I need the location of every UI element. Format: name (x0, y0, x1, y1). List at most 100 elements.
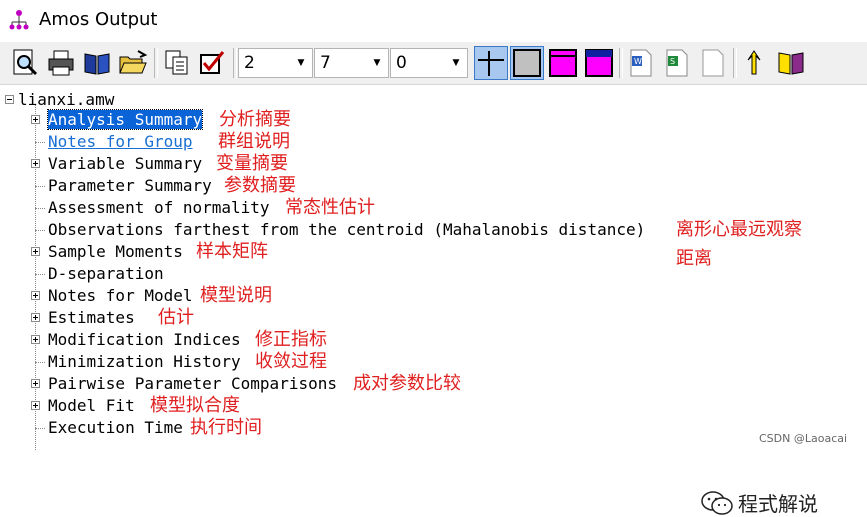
excel-export-button[interactable]: S (660, 46, 694, 80)
tree-item[interactable]: Model Fit 模型拟合度 (0, 395, 867, 417)
print-icon (48, 50, 74, 76)
tree-item[interactable]: Analysis Summary 分析摘要 (0, 109, 867, 131)
annotation: 成对参数比较 (353, 373, 461, 394)
magenta-box-icon (549, 49, 577, 77)
toolbar-separator (619, 48, 623, 78)
word-doc-icon: W (630, 49, 652, 77)
open-button[interactable] (116, 46, 150, 80)
expand-icon[interactable] (31, 115, 40, 124)
reference-book-button[interactable] (774, 46, 808, 80)
blank-doc-icon (702, 49, 724, 77)
tree-item[interactable]: Variable Summary 变量摘要 (0, 153, 867, 175)
magenta-blue-box-icon (585, 49, 613, 77)
book-icon (84, 53, 110, 75)
book-button[interactable] (80, 46, 114, 80)
output-tree: lianxi.amw Analysis Summary 分析摘要 Notes for… (0, 85, 867, 516)
width-combo[interactable]: 7 ▼ (314, 48, 389, 78)
pointer-icon (747, 50, 761, 75)
tree-item[interactable]: D-separation (0, 263, 867, 285)
annotation: 执行时间 (190, 417, 262, 438)
title-bar: Amos Output (0, 0, 867, 42)
tree-connector (35, 428, 45, 429)
tree-item-label[interactable]: Notes for Group (48, 132, 193, 151)
offset-combo[interactable]: 0 ▼ (390, 48, 468, 78)
tree-connector (35, 186, 45, 187)
blank-doc-button[interactable] (696, 46, 730, 80)
expand-icon[interactable] (31, 159, 40, 168)
tree-connector (35, 208, 45, 209)
tree-item-label[interactable]: Model Fit (48, 396, 135, 415)
word-export-button[interactable]: W (624, 46, 658, 80)
tree-item[interactable]: Notes for Group 群组说明 (0, 131, 867, 153)
table-lines-button[interactable] (474, 46, 508, 80)
tree-item-label[interactable]: Execution Time (48, 418, 183, 437)
offset-combo-value: 0 (396, 53, 407, 73)
tree-item[interactable]: Execution Time 执行时间 (0, 417, 867, 439)
tree-item-label[interactable]: Analysis Summary (46, 109, 204, 130)
checkbox-icon (200, 51, 225, 74)
tree-connector (35, 274, 45, 275)
print-preview-icon (13, 49, 38, 76)
tree-item[interactable]: Modification Indices 修正指标 (0, 329, 867, 351)
width-combo-value: 7 (320, 53, 331, 73)
copy-button[interactable] (160, 46, 194, 80)
tree-item-label[interactable]: D-separation (48, 264, 164, 283)
tree-item[interactable]: Parameter Summary 参数摘要 (0, 175, 867, 197)
chevron-down-icon[interactable]: ▼ (369, 53, 385, 73)
collapse-icon[interactable] (5, 94, 14, 104)
chevron-down-icon[interactable]: ▼ (448, 53, 464, 73)
tree-root[interactable]: lianxi.amw (5, 89, 114, 109)
toolbar-separator (733, 48, 737, 78)
wechat-icon (701, 490, 733, 515)
check-button[interactable] (195, 46, 229, 80)
pointer-button[interactable] (738, 46, 772, 80)
annotation: 模型说明 (200, 285, 272, 306)
open-folder-icon (119, 50, 148, 74)
tree-item-label[interactable]: Variable Summary (48, 154, 202, 173)
expand-icon[interactable] (31, 335, 40, 344)
toolbar: 2 ▼ 7 ▼ 0 ▼ W S (0, 42, 867, 85)
gray-box-button[interactable] (510, 46, 544, 80)
reference-book-icon (778, 52, 804, 75)
annotation: 离形心最远观察 (676, 219, 802, 240)
tree-item-label[interactable]: Modification Indices (48, 330, 241, 349)
copy-icon (165, 50, 188, 75)
annotation: 常态性估计 (285, 197, 375, 218)
magenta-blue-box-button[interactable] (582, 46, 616, 80)
tree-item-label[interactable]: Estimates (48, 308, 135, 327)
tree-connector (35, 230, 45, 231)
svg-text:S: S (670, 57, 675, 66)
tree-item-label[interactable]: Assessment of normality (48, 198, 270, 217)
print-button[interactable] (44, 46, 78, 80)
watermark: 程式解说 (700, 488, 818, 517)
print-preview-button[interactable] (8, 46, 42, 80)
expand-icon[interactable] (31, 379, 40, 388)
expand-icon[interactable] (31, 247, 40, 256)
expand-icon[interactable] (31, 291, 40, 300)
window-title: Amos Output (39, 9, 158, 30)
tree-item[interactable]: Observations farthest from the centroid … (0, 219, 867, 241)
tree-item-label[interactable]: Parameter Summary (48, 176, 212, 195)
expand-icon[interactable] (31, 313, 40, 322)
tree-connector (35, 142, 45, 143)
toolbar-separator (233, 48, 237, 78)
tree-item-label[interactable]: Sample Moments (48, 242, 183, 261)
tree-item-label[interactable]: Minimization History (48, 352, 241, 371)
decimals-combo[interactable]: 2 ▼ (238, 48, 313, 78)
tree-item[interactable]: Estimates 估计 (0, 307, 867, 329)
tree-connector (35, 362, 45, 363)
tree-item[interactable]: Pairwise Parameter Comparisons 成对参数比较 (0, 373, 867, 395)
gray-box-icon (513, 49, 541, 77)
watermark-text: 程式解说 (738, 492, 818, 516)
chevron-down-icon[interactable]: ▼ (293, 53, 309, 73)
tree-item[interactable]: Sample Moments 样本矩阵 (0, 241, 867, 263)
tree-item[interactable]: Notes for Model 模型说明 (0, 285, 867, 307)
annotation-distance-line2: 距离 (676, 248, 712, 269)
tree-item-label[interactable]: Observations farthest from the centroid … (48, 220, 645, 239)
svg-text:W: W (634, 57, 642, 66)
excel-doc-icon: S (666, 49, 688, 77)
annotation: 样本矩阵 (196, 241, 268, 262)
magenta-box-button[interactable] (546, 46, 580, 80)
expand-icon[interactable] (31, 401, 40, 410)
table-lines-icon (478, 51, 504, 76)
